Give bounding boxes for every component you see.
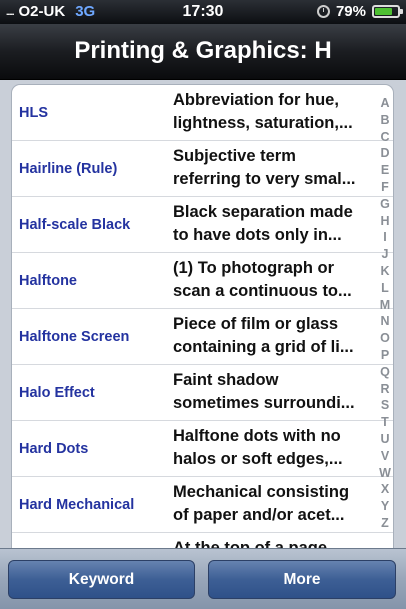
definition-preview: Faint shadow sometimes surroundi...	[173, 369, 373, 415]
index-letter[interactable]: O	[380, 330, 390, 347]
index-letter[interactable]: Z	[381, 515, 389, 532]
definition-preview: Subjective term referring to very smal...	[173, 145, 373, 191]
definition-line-1: Subjective term	[173, 147, 296, 165]
list-item[interactable]: Hairline (Rule) Subjective term referring …	[12, 141, 393, 197]
list-item[interactable]: Halo Effect Faint shadow sometimes surroun…	[12, 365, 393, 421]
index-letter[interactable]: A	[380, 95, 389, 112]
term-label: Hard Dots	[19, 441, 89, 457]
list-item[interactable]: Halftone Screen Piece of film or glass con…	[12, 309, 393, 365]
list-item[interactable]: Hard Dots Halftone dots with no halos or s…	[12, 421, 393, 477]
index-letter[interactable]: V	[381, 448, 389, 465]
bottom-toolbar: Keyword More	[0, 548, 406, 609]
index-letter[interactable]: E	[381, 162, 389, 179]
definition-line-2: halos or soft edges,...	[173, 450, 343, 468]
list-item[interactable]: Hard Mechanical Mechanical consisting of p…	[12, 477, 393, 533]
index-letter[interactable]: Y	[381, 498, 389, 515]
term-label: HLS	[19, 105, 48, 121]
index-letter[interactable]: T	[381, 414, 389, 431]
term-label: Hard Mechanical	[19, 497, 135, 513]
term-label: Half-scale Black	[19, 217, 131, 233]
definition-line-1: Abbreviation for hue,	[173, 91, 339, 109]
glossary-list[interactable]: HLS Abbreviation for hue, lightness, satur…	[11, 84, 394, 548]
index-letter[interactable]: I	[383, 229, 386, 246]
index-letter[interactable]: X	[381, 481, 389, 498]
term-label: Halftone	[19, 273, 77, 289]
definition-preview: Abbreviation for hue, lightness, saturati…	[173, 89, 373, 135]
index-letter[interactable]: W	[379, 465, 391, 482]
battery-fill	[375, 8, 393, 15]
index-letter[interactable]: P	[381, 347, 389, 364]
alarm-clock-icon	[316, 5, 330, 18]
index-letter[interactable]: Q	[380, 364, 390, 381]
index-letter[interactable]: R	[380, 381, 389, 398]
definition-line-1: Black separation made	[173, 203, 353, 221]
keyword-button[interactable]: Keyword	[8, 560, 195, 599]
definition-line-2: scan a continuous to...	[173, 282, 352, 300]
index-letter[interactable]: N	[380, 313, 389, 330]
definition-preview: Mechanical consisting of paper and/or ace…	[173, 481, 373, 527]
index-letter[interactable]: M	[380, 297, 390, 314]
definition-line-2: of paper and/or acet...	[173, 506, 345, 524]
index-letter[interactable]: D	[380, 145, 389, 162]
term-label	[19, 533, 169, 548]
definition-line-1: Piece of film or glass	[173, 315, 339, 333]
definition-line-1: (1) To photograph or	[173, 259, 334, 277]
battery-percent: 79%	[335, 3, 366, 20]
definition-line-2: lightness, saturation,...	[173, 114, 353, 132]
battery-icon	[372, 5, 403, 18]
definition-line-2: to have dots only in...	[173, 226, 342, 244]
definition-line-2: referring to very smal...	[173, 170, 356, 188]
index-letter[interactable]: S	[381, 397, 389, 414]
list-item[interactable]: Half-scale Black Black separation made to …	[12, 197, 393, 253]
index-letter[interactable]: H	[380, 213, 389, 230]
index-letter[interactable]: J	[382, 246, 389, 263]
index-letter[interactable]: U	[380, 431, 389, 448]
index-letter[interactable]: K	[380, 263, 389, 280]
more-button[interactable]: More	[208, 560, 396, 599]
list-item[interactable]: Halftone (1) To photograph or scan a conti…	[12, 253, 393, 309]
section-index[interactable]: ABCDEFGHIJKLMNOPQRSTUVWXYZ	[378, 95, 392, 532]
term-label: Halftone Screen	[19, 329, 130, 345]
term-label: Halo Effect	[19, 385, 95, 401]
index-letter[interactable]: F	[381, 179, 389, 196]
definition-preview: Black separation made to have dots only i…	[173, 201, 373, 247]
definition-preview: Piece of film or glass containing a grid …	[173, 313, 373, 359]
definition-preview: At the top of a page,	[173, 537, 373, 548]
index-letter[interactable]: L	[381, 280, 389, 297]
index-letter[interactable]: B	[380, 112, 389, 129]
definition-line-2: containing a grid of li...	[173, 338, 354, 356]
definition-line-1: Mechanical consisting	[173, 483, 350, 501]
glossary-list-area[interactable]: HLS Abbreviation for hue, lightness, satur…	[0, 80, 406, 548]
list-item[interactable]: At the top of a page,	[12, 533, 393, 548]
page-title: Printing & Graphics: H	[74, 37, 332, 64]
index-letter[interactable]: G	[380, 196, 390, 213]
term-label: Hairline (Rule)	[19, 161, 118, 177]
definition-line-2: sometimes surroundi...	[173, 394, 355, 412]
battery-group: 79%	[316, 3, 403, 20]
navigation-bar: Printing & Graphics: H	[0, 24, 406, 80]
definition-line-1: Faint shadow	[173, 371, 279, 389]
definition-preview: (1) To photograph or scan a continuous to…	[173, 257, 373, 303]
definition-line-1: Halftone dots with no	[173, 427, 341, 445]
definition-line-1: At the top of a page,	[173, 539, 332, 548]
list-item[interactable]: HLS Abbreviation for hue, lightness, satur…	[12, 85, 393, 141]
index-letter[interactable]: C	[380, 129, 389, 146]
status-bar: ..... O2-UK 3G 17:30 79%	[0, 0, 406, 24]
definition-preview: Halftone dots with no halos or soft edges…	[173, 425, 373, 471]
